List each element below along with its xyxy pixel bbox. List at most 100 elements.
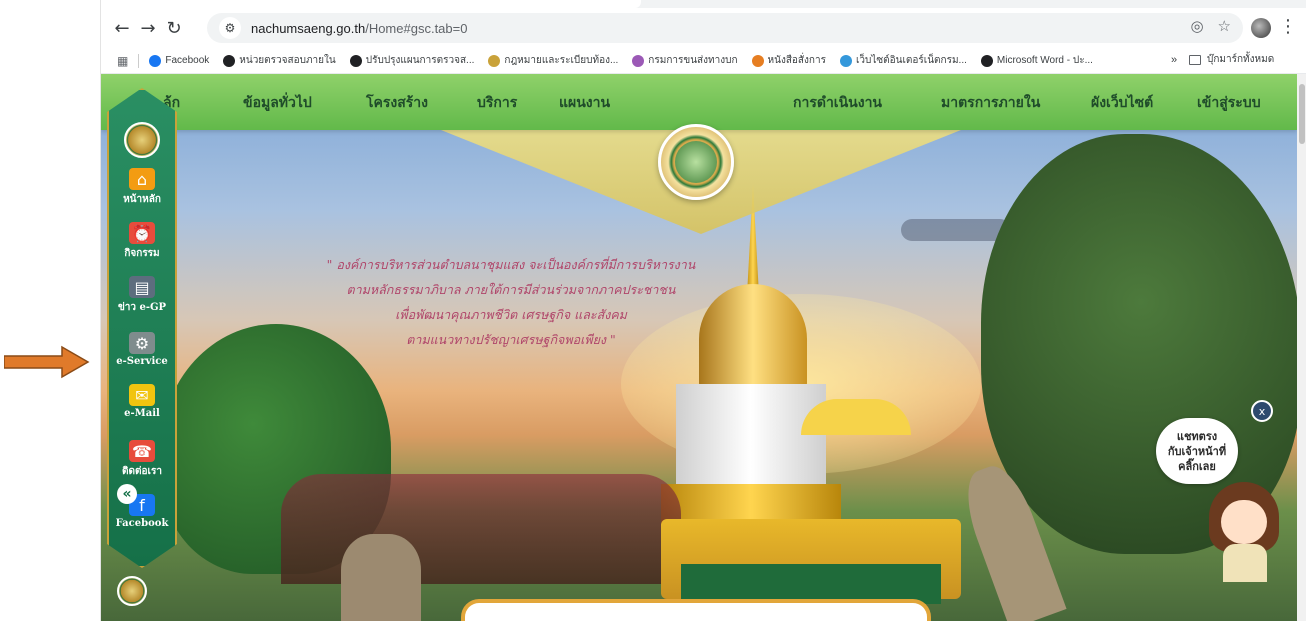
arrow-right-icon: → xyxy=(140,17,156,39)
vision-line: ตามแนวทางปรัชญาเศรษฐกิจพอเพียง " xyxy=(406,332,616,347)
apps-grid-icon[interactable]: ▦ xyxy=(117,54,128,68)
pagoda-base xyxy=(661,484,841,524)
bookmark-favicon-icon xyxy=(839,54,852,67)
kebab-menu-icon[interactable]: ⋮ xyxy=(1279,16,1297,37)
side-menu-label: e-Mail xyxy=(124,408,160,419)
tab-strip xyxy=(101,0,1306,8)
nav-item[interactable]: ผังเว็บไซต์ xyxy=(1091,92,1153,114)
side-menu-bottom-logo[interactable] xyxy=(117,576,147,606)
back-button[interactable]: ← xyxy=(109,15,135,41)
mail-icon: ✉ xyxy=(129,384,155,406)
contact-icon: ☎ xyxy=(129,440,155,462)
folder-icon xyxy=(1189,54,1201,65)
annotation-arrow-icon xyxy=(4,345,90,379)
vision-line: " องค์การบริหารส่วนตำบลนาชุมแสง จะเป็นอง… xyxy=(326,257,696,272)
page-scrollbar[interactable] xyxy=(1297,74,1306,621)
chat-line: แชทตรง xyxy=(1176,429,1218,443)
nav-item[interactable]: โครงสร้าง xyxy=(366,92,428,114)
browser-window: ← → ↻ ⚙ nachumsaeng.go.th/Home#gsc.tab=0… xyxy=(100,0,1306,621)
mascot-body xyxy=(1223,544,1267,582)
bookmark-item[interactable]: เว็บไซต์อินเตอร์เน็ตกรม... xyxy=(839,53,967,68)
bookmark-item[interactable]: กฎหมายและระเบียบท้อง... xyxy=(488,53,618,68)
side-menu-item[interactable]: ☎ ติดต่อเรา xyxy=(109,440,175,479)
vision-line: ตามหลักธรรมาภิบาล ภายใต้การมีส่วนร่วมจาก… xyxy=(346,282,676,297)
vision-line: เพื่อพัฒนาคุณภาพชีวิต เศรษฐกิจ และสังคม xyxy=(395,307,627,322)
cloud xyxy=(901,219,1011,241)
bookmark-item[interactable]: ปรับปรุงแผนการตรวจส... xyxy=(349,53,474,68)
bookmark-favicon-icon xyxy=(980,54,993,67)
bookmark-favicon-icon xyxy=(488,54,501,67)
bookmark-favicon-icon xyxy=(632,54,645,67)
side-menu-label: หน้าหลัก xyxy=(123,194,161,205)
chat-line: กับเจ้าหน้าที่ xyxy=(1167,444,1227,458)
all-bookmarks-folder[interactable]: บุ๊กมาร์กทั้งหมด xyxy=(1189,52,1274,67)
golden-parasol xyxy=(801,399,911,435)
profile-avatar[interactable] xyxy=(1251,18,1271,38)
all-bookmarks-label: บุ๊กมาร์กทั้งหมด xyxy=(1207,54,1275,65)
url-host: nachumsaeng.go.th xyxy=(251,20,366,36)
parade-float-skirt xyxy=(681,564,941,604)
scroll-thumb[interactable] xyxy=(1299,84,1305,144)
bookmarks-divider xyxy=(138,53,140,68)
chat-mascot[interactable] xyxy=(1209,482,1279,582)
mascot-face xyxy=(1221,500,1267,544)
house-icon: ⌂ xyxy=(129,168,155,190)
side-menu-label: ติดต่อเรา xyxy=(122,466,162,477)
chat-close-button[interactable]: x xyxy=(1251,400,1273,422)
vision-statement: " องค์การบริหารส่วนตำบลนาชุมแสง จะเป็นอง… xyxy=(301,252,721,352)
nav-item[interactable]: ข้อมูลทั่วไป xyxy=(243,92,312,114)
bookmark-favicon-icon xyxy=(223,54,236,67)
nav-item[interactable]: มาตรการภายใน xyxy=(941,92,1040,114)
news-icon: ▤ xyxy=(129,276,155,298)
side-menu-item[interactable]: ⏰ กิจกรรม xyxy=(109,222,175,261)
nav-item[interactable]: การดำเนินงาน xyxy=(793,92,882,114)
bookmark-favicon-icon xyxy=(751,54,764,67)
side-menu-label: กิจกรรม xyxy=(124,248,160,259)
bookmark-item[interactable]: หน่วยตรวจสอบภายใน xyxy=(223,53,336,68)
side-menu-item[interactable]: ⚙ e-Service xyxy=(109,332,175,367)
side-menu-item[interactable]: ⌂ หน้าหลัก xyxy=(109,168,175,207)
nav-item[interactable]: บริการ xyxy=(477,92,517,114)
bookmarks-bar: ▦ Facebook หน่วยตรวจสอบภายใน ปรับปรุงแผนกา… xyxy=(101,48,1306,74)
eye-off-icon[interactable]: ◎ xyxy=(1190,17,1203,35)
bookmark-item[interactable]: Facebook xyxy=(149,53,209,68)
bookmark-item[interactable]: Microsoft Word - ปะ... xyxy=(980,53,1093,68)
bookmark-label: Microsoft Word - ปะ... xyxy=(996,55,1093,66)
bookmark-list: Facebook หน่วยตรวจสอบภายใน ปรับปรุงแผนการต… xyxy=(149,53,1107,68)
site-logo[interactable] xyxy=(658,124,734,200)
address-bar-actions: ◎ ☆ xyxy=(1190,17,1231,35)
bookmark-item[interactable]: หนังสือสั่งการ xyxy=(751,53,826,68)
site-logo-emblem xyxy=(675,141,717,183)
bookmark-label: Facebook xyxy=(165,55,210,66)
content-frame-top xyxy=(461,599,931,621)
nav-item[interactable]: แผนงาน xyxy=(559,92,610,114)
side-menu-logo[interactable] xyxy=(124,122,160,158)
bookmark-item[interactable]: กรมการขนส่งทางบก xyxy=(632,53,738,68)
browser-toolbar: ← → ↻ ⚙ nachumsaeng.go.th/Home#gsc.tab=0… xyxy=(101,10,1306,46)
side-menu-collapse-button[interactable]: « xyxy=(117,484,137,504)
reload-icon: ↻ xyxy=(166,17,182,39)
side-menu-label: e-Service xyxy=(116,356,168,367)
active-tab[interactable] xyxy=(101,0,641,8)
reload-button[interactable]: ↻ xyxy=(161,15,187,41)
bookmark-favicon-icon xyxy=(349,54,362,67)
forward-button[interactable]: → xyxy=(135,15,161,41)
dinosaur-statue-left xyxy=(341,534,421,621)
side-menu-item[interactable]: ✉ e-Mail xyxy=(109,384,175,419)
bookmark-label: หนังสือสั่งการ xyxy=(767,55,826,66)
side-menu-item[interactable]: ▤ ข่าว e-GP xyxy=(109,276,175,315)
bookmark-star-icon[interactable]: ☆ xyxy=(1218,17,1231,35)
arrow-left-icon: ← xyxy=(114,17,130,39)
bookmarks-overflow-button[interactable]: » xyxy=(1171,54,1177,66)
site-info-icon[interactable]: ⚙ xyxy=(219,17,241,39)
screenshot: ← → ↻ ⚙ nachumsaeng.go.th/Home#gsc.tab=0… xyxy=(0,0,1306,621)
page-viewport: ล้ก ข้อมูลทั่วไป โครงสร้าง บริการ แผนงาน การด… xyxy=(101,74,1297,621)
url-text[interactable]: nachumsaeng.go.th/Home#gsc.tab=0 xyxy=(251,21,467,36)
service-icon: ⚙ xyxy=(129,332,155,354)
address-bar[interactable]: ⚙ nachumsaeng.go.th/Home#gsc.tab=0 ◎ ☆ xyxy=(207,13,1243,43)
bookmark-label: กรมการขนส่งทางบก xyxy=(648,55,738,66)
chat-bubble[interactable]: แชทตรง กับเจ้าหน้าที่ คลิ๊กเลย xyxy=(1156,418,1238,484)
alarm-clock-icon: ⏰ xyxy=(129,222,155,244)
bookmark-favicon-icon xyxy=(149,54,162,67)
nav-item[interactable]: เข้าสู่ระบบ xyxy=(1197,92,1261,114)
